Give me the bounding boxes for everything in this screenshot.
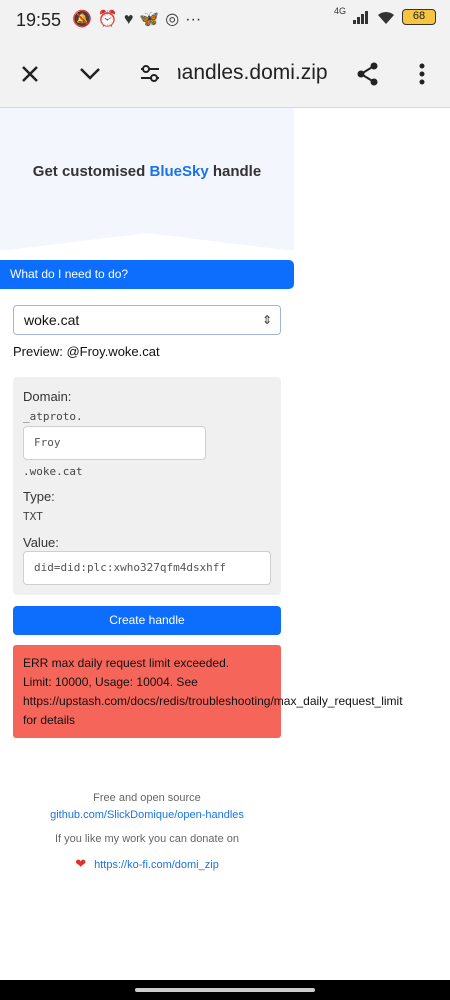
dns-record-card: Domain: _atproto. Froy .woke.cat Type: T…	[13, 377, 281, 595]
footer: Free and open source github.com/SlickDom…	[0, 790, 294, 872]
title-suffix: handle	[208, 163, 262, 180]
more-options-icon[interactable]	[402, 54, 442, 94]
status-bar: 19:55 🔕 ⏰ ♥ 🦋 ◎ ··· 4G 68	[0, 0, 450, 40]
handle-preview: Preview: @Froy.woke.cat	[13, 344, 160, 359]
donate-link[interactable]: https://ko-fi.com/domi_zip	[94, 859, 219, 871]
wifi-icon	[378, 11, 394, 24]
domain-suffix: .woke.cat	[23, 465, 83, 478]
select-arrows-icon: ⇕	[261, 313, 272, 327]
signal-icon	[353, 11, 368, 24]
home-gesture-handle[interactable]	[135, 988, 315, 992]
donate-text: If you like my work you can donate on	[54, 833, 240, 845]
url-bar[interactable]: handles.domi.zip	[178, 61, 330, 85]
heart-app-icon: ♥	[123, 11, 134, 28]
hero-banner: Get customised BlueSky handle	[0, 108, 294, 251]
handle-input-value: Froy	[34, 436, 61, 449]
chevron-down-icon[interactable]	[70, 54, 110, 94]
hero-divider	[0, 233, 294, 251]
domain-select[interactable]: woke.cat ⇕	[13, 305, 281, 335]
network-type: 4G	[333, 6, 346, 16]
more-notifications-icon: ···	[185, 11, 202, 28]
instagram-icon: ◎	[165, 11, 180, 28]
type-label: Type:	[23, 489, 55, 504]
repo-link[interactable]: github.com/SlickDomique/open-handles	[0, 807, 294, 824]
create-handle-button[interactable]: Create handle	[13, 606, 281, 635]
error-message: ERR max daily request limit exceeded. Li…	[23, 656, 403, 727]
footer-open-source: Free and open source	[93, 792, 201, 804]
site-settings-icon[interactable]	[130, 54, 170, 94]
share-icon[interactable]	[348, 54, 388, 94]
domain-select-value: woke.cat	[24, 312, 80, 328]
close-icon[interactable]	[10, 54, 50, 94]
error-alert: ERR max daily request limit exceeded. Li…	[13, 645, 403, 738]
status-time: 19:55	[16, 10, 62, 30]
system-icons: 4G 68	[333, 6, 436, 25]
butterfly-icon: 🦋	[139, 11, 160, 28]
muted-notification-icon: 🔕	[72, 11, 92, 28]
title-brand: BlueSky	[149, 163, 209, 180]
help-button[interactable]: What do I need to do?	[0, 260, 294, 289]
donate-row: ❤ https://ko-fi.com/domi_zip	[0, 855, 294, 872]
alarm-icon: ⏰	[97, 11, 118, 28]
domain-prefix: _atproto.	[23, 410, 83, 423]
domain-label: Domain:	[23, 389, 72, 404]
nav-bar	[0, 980, 450, 1000]
heart-icon: ❤	[75, 856, 87, 871]
notification-icons: 🔕 ⏰ ♥ 🦋 ◎ ···	[72, 9, 201, 31]
value-field-text: did=did:plc:xwho327qfm4dsxhff	[34, 561, 227, 574]
type-value: TXT	[23, 510, 43, 523]
handle-input[interactable]: Froy	[23, 426, 206, 460]
browser-toolbar: handles.domi.zip	[0, 40, 450, 108]
battery-icon: 68	[402, 9, 436, 25]
web-page: Get customised BlueSky handle What do I …	[0, 108, 450, 980]
value-field[interactable]: did=did:plc:xwho327qfm4dsxhff	[23, 551, 271, 585]
title-prefix: Get customised	[32, 163, 150, 180]
value-label: Value:	[23, 535, 59, 550]
page-title: Get customised BlueSky handle	[0, 163, 294, 180]
